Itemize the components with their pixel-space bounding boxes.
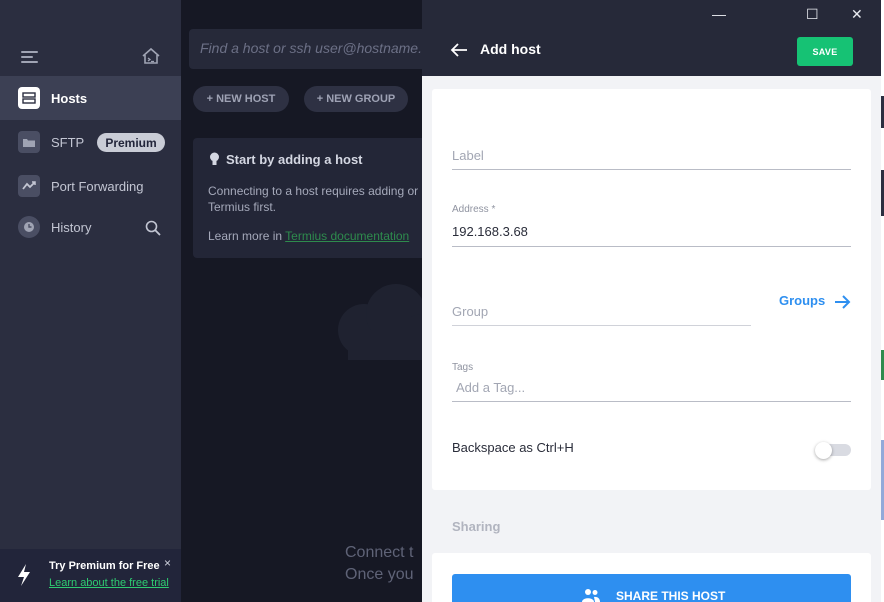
bolt-icon — [18, 564, 30, 586]
port-forwarding-icon — [18, 175, 40, 197]
search-icon[interactable] — [145, 220, 161, 236]
hint-body: Connecting to a host requires adding or … — [208, 184, 419, 214]
free-trial-link[interactable]: Learn about the free trial — [49, 577, 169, 589]
termius-docs-link[interactable]: Termius documentation — [285, 229, 409, 243]
panel-title: Add host — [480, 41, 541, 57]
empty-state-line: Once you — [345, 566, 414, 583]
bulb-icon — [210, 152, 219, 165]
sidebar-item-label: Port Forwarding — [51, 178, 144, 194]
backspace-toggle-label: Backspace as Ctrl+H — [452, 440, 574, 455]
new-host-button[interactable]: + NEW HOST — [193, 86, 289, 112]
arrow-right-icon[interactable] — [834, 295, 851, 309]
host-search-placeholder: Find a host or ssh user@hostname... — [200, 40, 430, 56]
empty-state-text: Connect t Once you — [345, 542, 413, 586]
sharing-title: Sharing — [452, 519, 501, 534]
empty-state-line: Connect t — [345, 544, 414, 561]
menu-icon[interactable] — [21, 51, 38, 63]
save-button[interactable]: SAVE — [797, 37, 853, 66]
toggle-knob — [815, 442, 832, 459]
group-underline — [452, 325, 751, 326]
sidebar: Hosts SFTP Premium Port Forwarding Histo… — [0, 0, 181, 602]
share-host-label: SHARE THIS HOST — [616, 589, 726, 602]
hint-learn-more: Learn more in Termius documentation — [208, 229, 409, 243]
address-field[interactable]: 192.168.3.68 — [452, 224, 528, 239]
label-underline — [452, 169, 851, 170]
minimize-icon[interactable]: — — [712, 6, 726, 22]
sidebar-item-hosts[interactable]: Hosts — [0, 76, 181, 120]
users-icon — [582, 589, 600, 602]
hosts-icon — [18, 87, 40, 109]
close-icon[interactable]: ✕ — [851, 6, 863, 23]
termius-window: Hosts SFTP Premium Port Forwarding Histo… — [0, 0, 884, 602]
sidebar-item-port-forwarding[interactable]: Port Forwarding — [0, 164, 181, 208]
hint-title: Start by adding a host — [226, 152, 363, 167]
backspace-toggle[interactable] — [815, 442, 851, 459]
maximize-icon[interactable]: ☐ — [806, 6, 819, 23]
tags-input[interactable]: Add a Tag... — [456, 380, 525, 395]
address-label: Address * — [452, 204, 496, 215]
sidebar-item-label: History — [51, 219, 92, 235]
tags-label: Tags — [452, 362, 474, 373]
new-group-button[interactable]: + NEW GROUP — [304, 86, 408, 112]
hint-learn-prefix: Learn more in — [208, 229, 283, 243]
promo-close-icon[interactable]: × — [164, 556, 171, 570]
tags-underline — [452, 401, 851, 402]
sftp-folder-icon — [18, 131, 40, 153]
premium-badge[interactable]: Premium — [97, 133, 165, 152]
groups-link[interactable]: Groups — [779, 293, 825, 308]
history-clock-icon — [18, 216, 40, 238]
back-arrow-icon[interactable] — [450, 42, 468, 58]
group-field[interactable]: Group — [452, 304, 488, 319]
label-field[interactable]: Label — [452, 148, 484, 163]
sidebar-item-label: SFTP — [51, 134, 85, 150]
home-icon[interactable] — [141, 46, 161, 66]
address-underline — [452, 246, 851, 247]
promo-title: Try Premium for Free — [49, 560, 160, 572]
host-form-card — [432, 89, 871, 490]
sidebar-item-label: Hosts — [51, 90, 88, 106]
